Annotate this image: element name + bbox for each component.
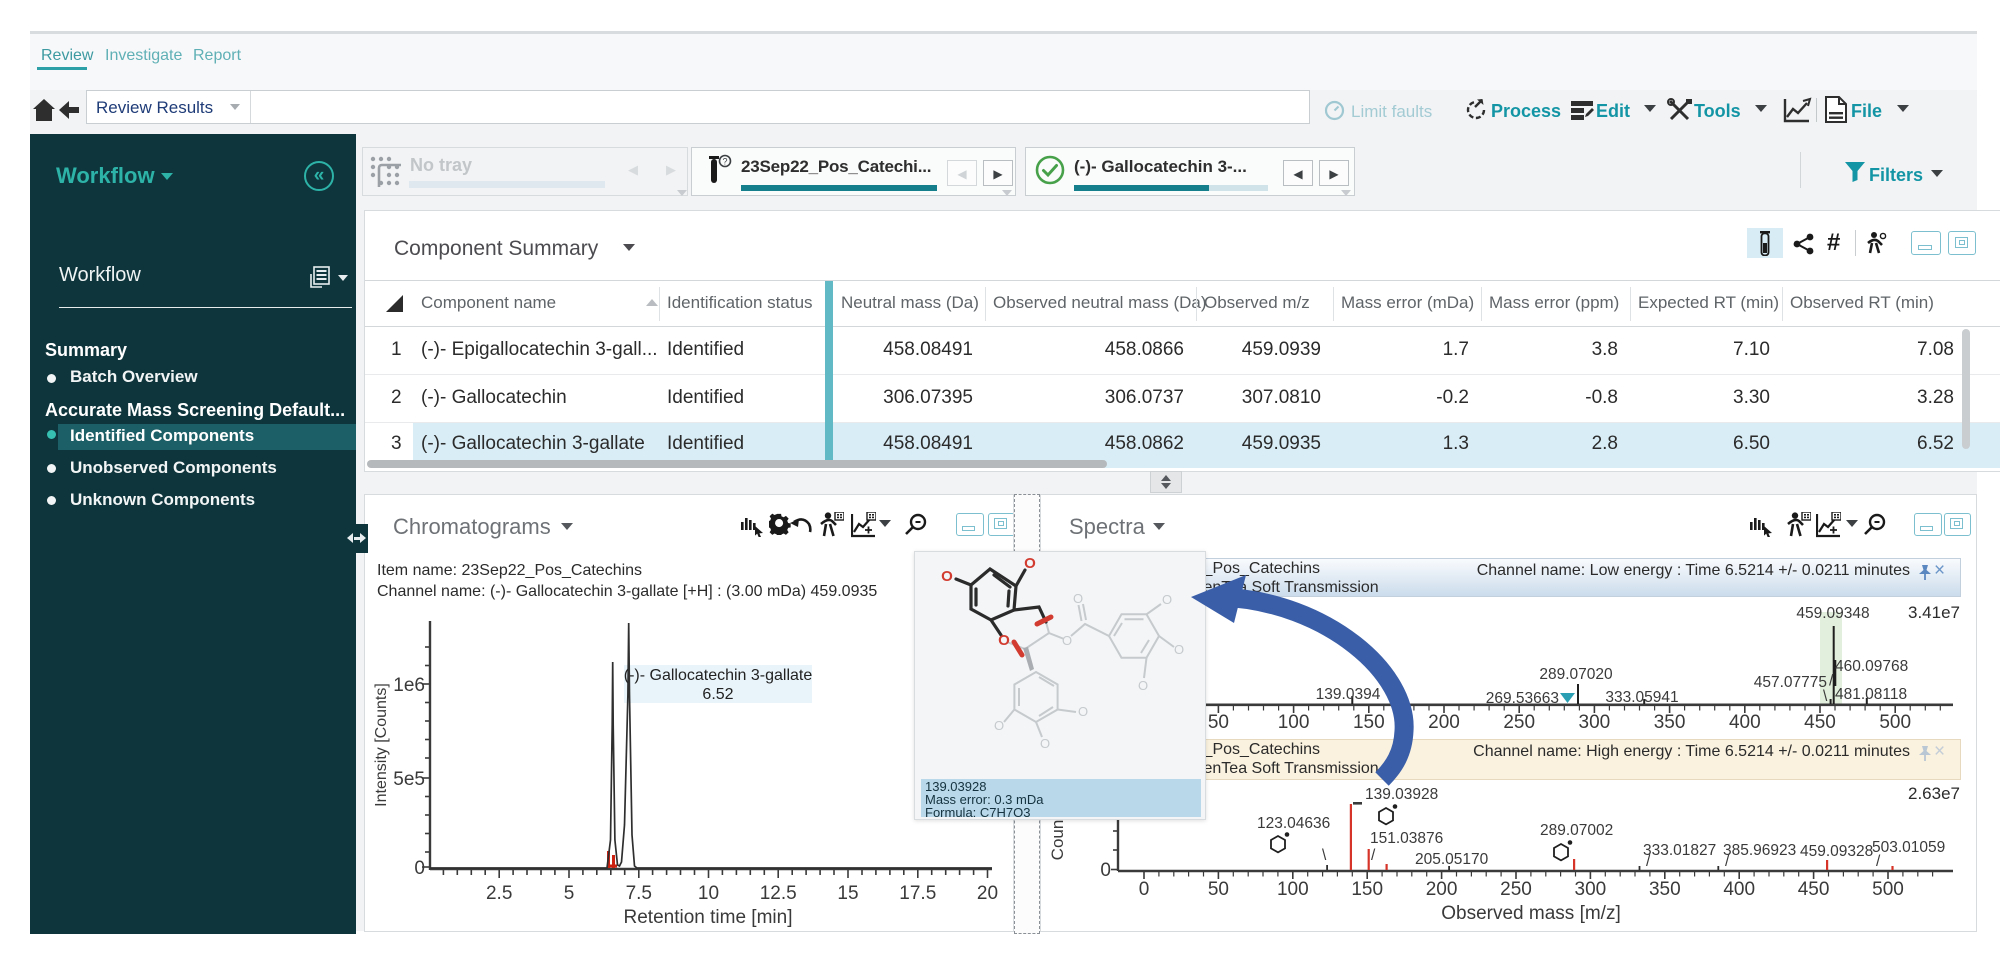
svg-text:250: 250 <box>1503 712 1535 733</box>
svg-text:12.5: 12.5 <box>760 883 797 904</box>
svg-text:/: / <box>1371 847 1376 864</box>
svg-text:457.07775: 457.07775 <box>1754 674 1827 691</box>
svg-text:O: O <box>1024 555 1036 572</box>
svg-text:17.5: 17.5 <box>899 883 936 904</box>
svg-text:0: 0 <box>1100 860 1111 881</box>
svg-text:20: 20 <box>977 883 998 904</box>
svg-text:O: O <box>998 632 1010 649</box>
svg-text:300: 300 <box>1575 879 1607 900</box>
svg-text:\: \ <box>1823 688 1828 705</box>
svg-text:50: 50 <box>1208 879 1229 900</box>
svg-text:500: 500 <box>1879 712 1911 733</box>
svg-text:503.01059: 503.01059 <box>1872 839 1945 856</box>
svg-text:333.01827: 333.01827 <box>1643 842 1716 859</box>
svg-text:O: O <box>994 718 1004 733</box>
svg-text:2.5: 2.5 <box>486 883 512 904</box>
svg-text:333.05941: 333.05941 <box>1605 689 1678 706</box>
svg-text:289.07002: 289.07002 <box>1540 822 1613 839</box>
svg-text:481.08118: 481.08118 <box>1835 686 1907 703</box>
svg-text:1e6: 1e6 <box>393 675 425 696</box>
svg-text:400: 400 <box>1723 879 1755 900</box>
svg-text:Retention time [min]: Retention time [min] <box>624 907 793 928</box>
svg-text:289.07020: 289.07020 <box>1539 666 1613 683</box>
svg-text:269.53663: 269.53663 <box>1486 690 1559 707</box>
svg-text:\: \ <box>1322 847 1327 864</box>
svg-text:0: 0 <box>414 858 425 879</box>
svg-text:459.09328: 459.09328 <box>1800 843 1873 860</box>
svg-text:100: 100 <box>1277 879 1309 900</box>
svg-text:205.05170: 205.05170 <box>1415 851 1489 868</box>
svg-text:450: 450 <box>1804 712 1836 733</box>
svg-text:/: / <box>1829 673 1834 690</box>
svg-text:O: O <box>1062 633 1072 648</box>
svg-text:O: O <box>1040 736 1050 751</box>
svg-text:150: 150 <box>1351 879 1383 900</box>
svg-text:5e5: 5e5 <box>393 769 425 790</box>
svg-text:0: 0 <box>1139 879 1150 900</box>
svg-text:15: 15 <box>837 883 858 904</box>
svg-text:O: O <box>1138 678 1148 693</box>
svg-text:Coun: Coun <box>1048 820 1067 861</box>
svg-text:3.41e7: 3.41e7 <box>1908 603 1960 622</box>
svg-text:250: 250 <box>1500 879 1532 900</box>
svg-text:O: O <box>941 568 953 585</box>
svg-text:Observed mass [m/z]: Observed mass [m/z] <box>1441 903 1621 924</box>
svg-text:460.09768: 460.09768 <box>1835 658 1908 675</box>
svg-text:459.09348: 459.09348 <box>1796 605 1869 622</box>
svg-text:7.5: 7.5 <box>626 883 652 904</box>
svg-text:385.96923: 385.96923 <box>1723 842 1796 859</box>
svg-text:350: 350 <box>1654 712 1686 733</box>
svg-text:?: ? <box>722 157 727 167</box>
svg-text:450: 450 <box>1798 879 1830 900</box>
svg-text:2.63e7: 2.63e7 <box>1908 784 1960 803</box>
svg-text:/: / <box>1725 853 1730 870</box>
svg-text:5: 5 <box>564 883 575 904</box>
svg-text:10: 10 <box>698 883 719 904</box>
svg-text:/: / <box>1876 853 1881 870</box>
svg-text:500: 500 <box>1872 879 1904 900</box>
svg-text:O: O <box>1078 704 1088 719</box>
svg-text:300: 300 <box>1579 712 1611 733</box>
svg-text:350: 350 <box>1649 879 1681 900</box>
svg-text:O: O <box>1073 591 1083 606</box>
svg-text:Intensity [Counts]: Intensity [Counts] <box>373 683 390 807</box>
svg-text:400: 400 <box>1729 712 1761 733</box>
svg-text:/: / <box>1646 853 1651 870</box>
svg-text:200: 200 <box>1426 879 1458 900</box>
